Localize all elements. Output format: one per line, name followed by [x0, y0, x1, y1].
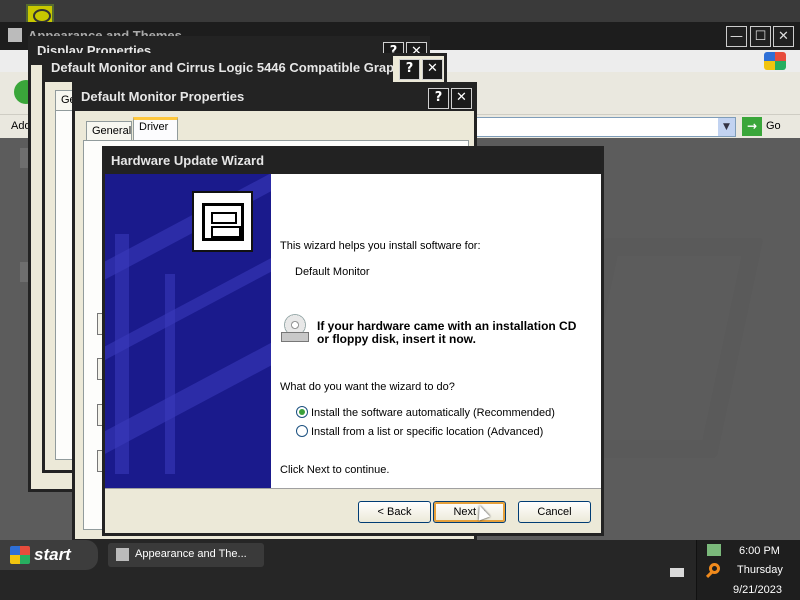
- system-tray: 6:00 PM Thursday 9/21/2023: [696, 540, 800, 600]
- search-icon[interactable]: [709, 563, 720, 574]
- clock-time[interactable]: 6:00 PM: [739, 545, 780, 557]
- start-label: start: [34, 545, 71, 564]
- device-name: Default Monitor: [295, 266, 370, 278]
- taskbar-item-appearance[interactable]: Appearance and The...: [108, 543, 264, 567]
- go-button[interactable]: Go: [766, 120, 781, 132]
- windows-logo-icon: [764, 52, 786, 70]
- keyboard-icon[interactable]: [670, 568, 684, 577]
- folder-icon: [8, 28, 22, 42]
- explorer-close-button[interactable]: ✕: [773, 26, 794, 47]
- wizard-side-graphic: [105, 174, 271, 488]
- monitor-properties-title[interactable]: Default Monitor Properties: [75, 85, 474, 111]
- wizard-footer: < Back Next > Cancel: [105, 488, 601, 533]
- cancel-button[interactable]: Cancel: [518, 501, 591, 523]
- hardware-icon: [192, 191, 253, 252]
- cd-instruction-line2: or floppy disk, insert it now.: [317, 332, 476, 346]
- help-button[interactable]: ?: [399, 59, 420, 80]
- close-button[interactable]: ✕: [422, 59, 443, 80]
- taskbar: start Appearance and The... 6:00 PM Thur…: [0, 540, 800, 600]
- wizard-title[interactable]: Hardware Update Wizard: [105, 149, 601, 176]
- cd-drive-icon: [281, 314, 309, 344]
- adapter-properties-title[interactable]: Default Monitor and Cirrus Logic 5446 Co…: [45, 56, 393, 82]
- wizard-question: What do you want the wizard to do?: [280, 381, 455, 393]
- help-button[interactable]: ?: [428, 88, 449, 109]
- network-icon[interactable]: [707, 544, 721, 556]
- maximize-button[interactable]: ☐: [750, 26, 771, 47]
- address-input[interactable]: ▼: [470, 117, 736, 137]
- close-button[interactable]: ✕: [451, 88, 472, 109]
- install-automatic-label[interactable]: Install the software automatically (Reco…: [311, 407, 555, 419]
- next-button[interactable]: Next >: [433, 501, 506, 523]
- install-advanced-label[interactable]: Install from a list or specific location…: [311, 426, 543, 438]
- minimize-button[interactable]: —: [726, 26, 747, 47]
- back-button[interactable]: < Back: [358, 501, 431, 523]
- desktop-shortcut-icon[interactable]: [26, 4, 54, 24]
- tab-general[interactable]: General: [86, 121, 132, 141]
- hardware-update-wizard: Hardware Update Wizard This wizard helps…: [102, 146, 604, 536]
- clock-day: Thursday: [737, 564, 783, 576]
- continue-hint: Click Next to continue.: [280, 464, 390, 476]
- install-advanced-radio[interactable]: [296, 425, 308, 437]
- go-arrow-icon[interactable]: →: [742, 117, 762, 136]
- install-automatic-radio[interactable]: [296, 406, 308, 418]
- taskbar-item-label: Appearance and The...: [135, 548, 247, 560]
- start-button[interactable]: start: [0, 540, 98, 570]
- tab-driver[interactable]: Driver: [133, 117, 178, 140]
- chevron-down-icon[interactable]: ▼: [718, 118, 735, 136]
- clock-date: 9/21/2023: [733, 584, 782, 596]
- wizard-content: This wizard helps you install software f…: [271, 174, 601, 488]
- wizard-intro: This wizard helps you install software f…: [280, 240, 481, 252]
- windows-flag-icon: [10, 546, 30, 564]
- folder-icon: [116, 548, 129, 561]
